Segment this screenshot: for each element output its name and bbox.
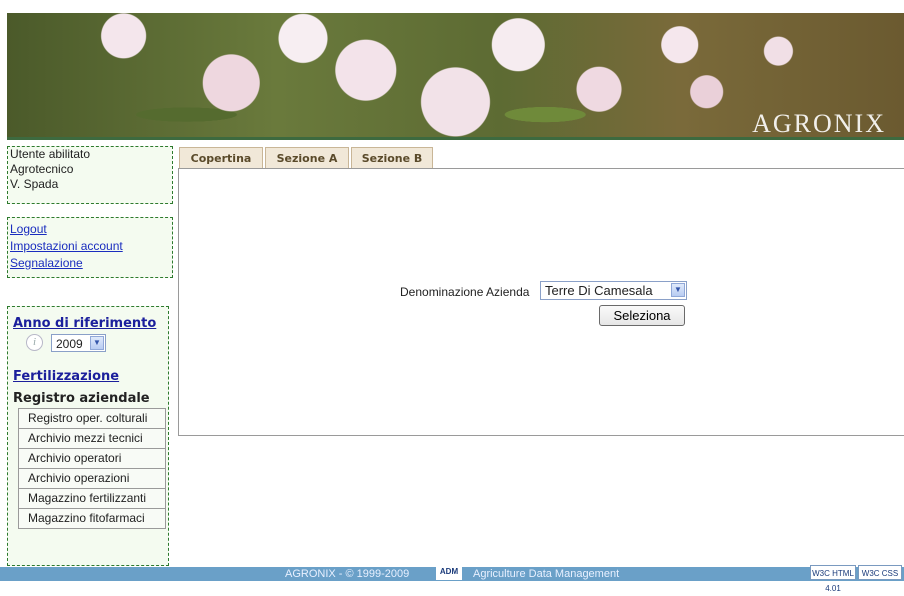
user-info-box: Utente abilitato Agrotecnico V. Spada [7, 146, 173, 204]
tab-sezione-b[interactable]: Sezione B [351, 147, 433, 169]
tab-copertina[interactable]: Copertina [179, 147, 263, 169]
menu-item-archivio-mezzi-tecnici[interactable]: Archivio mezzi tecnici [18, 429, 166, 449]
menu-item-registro-oper-colturali[interactable]: Registro oper. colturali [18, 408, 166, 429]
account-settings-link[interactable]: Impostazioni account [10, 238, 170, 255]
user-name: V. Spada [10, 177, 59, 191]
menu-item-archivio-operatori[interactable]: Archivio operatori [18, 449, 166, 469]
tab-sezione-a[interactable]: Sezione A [265, 147, 349, 169]
azienda-value: Terre Di Camesala [545, 283, 653, 298]
menu-item-archivio-operazioni[interactable]: Archivio operazioni [18, 469, 166, 489]
adm-logo: ADM [436, 564, 462, 580]
azienda-select[interactable]: Terre Di Camesala ▼ [540, 281, 687, 300]
menu-item-magazzino-fertilizzanti[interactable]: Magazzino fertilizzanti [18, 489, 166, 509]
chevron-down-icon[interactable]: ▼ [671, 283, 685, 297]
logout-link[interactable]: Logout [10, 221, 170, 238]
tagline-text: Agriculture Data Management [473, 568, 620, 580]
account-links-box: Logout Impostazioni account Segnalazione [7, 217, 173, 278]
seleziona-button[interactable]: Seleziona [599, 305, 685, 326]
menu-item-magazzino-fitofarmaci[interactable]: Magazzino fitofarmaci [18, 509, 166, 529]
registro-aziendale-heading: Registro aziendale [13, 391, 150, 406]
year-value: 2009 [56, 337, 83, 351]
user-status: Utente abilitato [10, 147, 91, 161]
brand-logo: AGRONIX [752, 109, 886, 138]
footer: AGRONIX - © 1999-2009 ADM Agriculture Da… [0, 564, 904, 593]
fertilizzazione-link[interactable]: Fertilizzazione [13, 369, 119, 384]
w3c-html-badge[interactable]: W3C HTML 4.01 [810, 565, 856, 593]
w3c-css-badge[interactable]: W3C CSS [858, 565, 902, 580]
copyright-text: AGRONIX - © 1999-2009 [285, 568, 410, 580]
info-icon[interactable]: i [26, 334, 43, 351]
chevron-down-icon[interactable]: ▼ [90, 336, 104, 350]
year-select[interactable]: 2009 ▼ [51, 334, 106, 352]
header-banner: AGRONIX [7, 13, 904, 140]
navigation-box: Anno di riferimento i 2009 ▼ Fertilizzaz… [7, 306, 169, 566]
anno-riferimento-link[interactable]: Anno di riferimento [13, 316, 156, 331]
content-panel [178, 168, 904, 436]
report-link[interactable]: Segnalazione [10, 255, 170, 272]
user-role: Agrotecnico [10, 162, 74, 176]
registro-menu: Registro oper. colturali Archivio mezzi … [18, 408, 166, 529]
azienda-label: Denominazione Azienda [400, 285, 530, 299]
